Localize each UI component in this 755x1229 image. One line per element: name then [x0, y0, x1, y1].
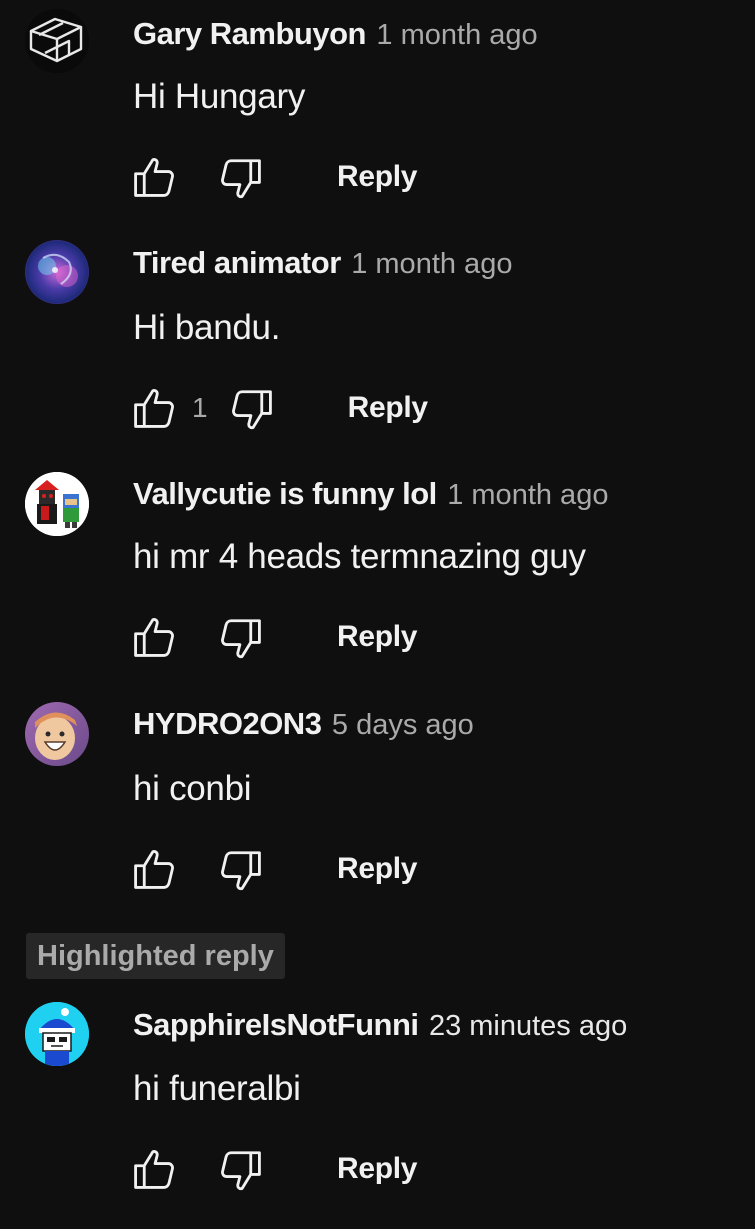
thumbs-down-icon — [221, 1151, 261, 1191]
avatar[interactable] — [25, 9, 89, 73]
thumbs-down-icon — [221, 619, 261, 659]
timestamp[interactable]: 5 days ago — [332, 709, 474, 741]
dislike-button[interactable] — [215, 843, 267, 895]
thumbs-up-icon — [134, 850, 174, 889]
reply-button[interactable]: Reply — [337, 1152, 418, 1186]
comment-actions: Reply — [128, 843, 418, 895]
comment-header: HYDRO2ON3 5 days ago — [133, 705, 474, 749]
thumbs-down-icon — [231, 390, 272, 430]
dislike-button[interactable] — [215, 151, 267, 203]
comment-text: hi funeralbi — [133, 1069, 301, 1108]
comment-text: Hi bandu. — [133, 308, 281, 347]
avatar[interactable] — [25, 472, 89, 536]
dislike-button[interactable] — [226, 382, 278, 434]
thumbs-up-icon — [134, 389, 174, 428]
thumbs-up-icon — [134, 1150, 174, 1189]
author-name[interactable]: HYDRO2ON3 — [133, 706, 322, 741]
galaxy-icon — [25, 240, 89, 304]
smiley-face-icon — [25, 702, 89, 766]
comment-text: Hi Hungary — [133, 77, 306, 116]
author-name[interactable]: Vallycutie is funny lol — [133, 476, 437, 511]
comment-actions: Reply — [128, 1143, 418, 1195]
like-count: 1 — [192, 392, 208, 423]
comment-header: SapphireIsNotFunni 23 minutes ago — [133, 1006, 627, 1050]
reply-button[interactable]: Reply — [337, 852, 418, 886]
like-button[interactable] — [128, 611, 180, 663]
like-button[interactable] — [128, 382, 180, 434]
comment-feed: Gary Rambuyon 1 month ago Hi Hungary Rep… — [0, 0, 755, 1229]
blue-hat-character-icon — [25, 1002, 89, 1066]
timestamp[interactable]: 1 month ago — [351, 248, 512, 280]
reply-button[interactable]: Reply — [348, 391, 429, 425]
author-name[interactable]: SapphireIsNotFunni — [133, 1007, 419, 1042]
comment-actions: Reply — [128, 611, 418, 663]
like-button[interactable] — [128, 1143, 180, 1195]
highlighted-reply-badge: Highlighted reply — [26, 933, 285, 979]
timestamp[interactable]: 1 month ago — [376, 19, 537, 51]
comment-actions: Reply — [128, 151, 418, 203]
characters-icon — [25, 472, 89, 536]
comment-header: Gary Rambuyon 1 month ago — [133, 15, 538, 59]
dislike-button[interactable] — [215, 1143, 267, 1195]
reply-button[interactable]: Reply — [337, 620, 418, 654]
avatar[interactable] — [25, 702, 89, 766]
comment-text: hi conbi — [133, 769, 252, 808]
author-name[interactable]: Gary Rambuyon — [133, 16, 366, 51]
avatar[interactable] — [25, 240, 89, 304]
comment-text: hi mr 4 heads termnazing guy — [133, 537, 586, 576]
like-button[interactable] — [128, 151, 180, 203]
author-name[interactable]: Tired animator — [133, 245, 341, 280]
comment-header: Tired animator 1 month ago — [133, 244, 512, 288]
comment-header: Vallycutie is funny lol 1 month ago — [133, 475, 608, 519]
timestamp[interactable]: 23 minutes ago — [429, 1010, 627, 1042]
dislike-button[interactable] — [215, 611, 267, 663]
reply-button[interactable]: Reply — [337, 160, 418, 194]
thumbs-down-icon — [221, 851, 261, 891]
thumbs-up-icon — [134, 158, 174, 197]
timestamp[interactable]: 1 month ago — [447, 479, 608, 511]
like-button[interactable] — [128, 843, 180, 895]
thumbs-up-icon — [134, 618, 174, 657]
avatar[interactable] — [25, 1002, 89, 1066]
comment-actions: 1 Reply — [128, 382, 428, 434]
thumbs-down-icon — [221, 159, 261, 199]
cube-logo-icon — [25, 9, 89, 73]
